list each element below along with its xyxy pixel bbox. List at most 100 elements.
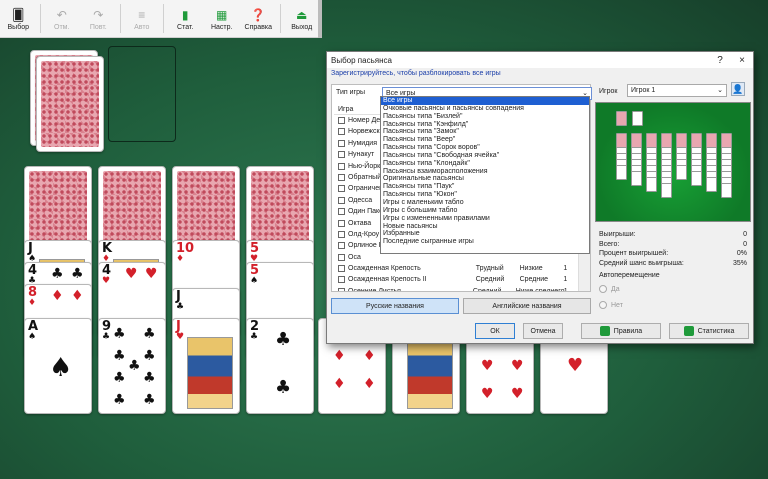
dropdown-option[interactable]: Очковые пасьянсы и пасьянсы совпадения: [381, 105, 589, 113]
game-duration: Средние: [519, 276, 549, 284]
favorite-checkbox[interactable]: [338, 117, 345, 124]
dropdown-option[interactable]: Игры с маленьким табло: [381, 199, 589, 207]
rules-label: Правила: [613, 327, 643, 335]
preview-card: [676, 165, 687, 180]
dropdown-option[interactable]: Избранные: [381, 230, 589, 238]
dropdown-option[interactable]: Пасьянсы взаиморасположения: [381, 168, 589, 176]
favorite-checkbox[interactable]: [338, 230, 345, 238]
settings-button[interactable]: ▦ Настр.: [203, 0, 240, 38]
favorite-checkbox[interactable]: [338, 196, 345, 204]
favorite-checkbox[interactable]: [338, 287, 345, 291]
dropdown-option[interactable]: Последние сыгранные игры: [381, 238, 589, 246]
favorite-checkbox[interactable]: [338, 242, 345, 250]
dropdown-option[interactable]: Пасьянсы типа "Бизлей": [381, 113, 589, 121]
stat-label: Процент выигрышей:: [599, 250, 669, 257]
favorite-checkbox[interactable]: [338, 253, 345, 261]
language-toggle: Русские названия Английские названия: [331, 298, 591, 316]
club-pip: ♣: [71, 266, 84, 282]
preview-card: [691, 171, 702, 186]
exit-button[interactable]: ⏏ Выход: [283, 0, 320, 38]
player-value: Игрок 1: [631, 87, 656, 94]
game-name: Осенние Листья: [348, 286, 473, 291]
diamond-pip: ♦: [363, 376, 376, 392]
diamond-pip: ♦: [333, 348, 346, 364]
stats-button[interactable]: ▮ Стат.: [167, 0, 204, 38]
game-difficulty: Средний: [475, 276, 505, 284]
preview-card: [631, 171, 642, 186]
redo-label: Повт.: [89, 23, 107, 31]
auto-button[interactable]: ≡ Авто: [123, 0, 160, 38]
game-list-item[interactable]: Осенние ЛистьяСреднийНиже среднего1: [334, 286, 578, 291]
dropdown-option[interactable]: Оригинальные пасьянсы: [381, 175, 589, 183]
help-button[interactable]: ❓ Справка: [240, 0, 277, 38]
stats-icon: ▮: [181, 7, 189, 22]
stat-label: Выигрыши:: [599, 231, 636, 238]
game-duration: Ниже среднего: [516, 286, 565, 291]
favorite-checkbox[interactable]: [338, 151, 345, 159]
register-link[interactable]: Зарегистрируйтесь, чтобы разблокировать …: [331, 70, 501, 77]
dialog-help-button[interactable]: ?: [709, 55, 731, 66]
help-icon: ❓: [250, 7, 266, 22]
dialog-title: Выбор пасьянса: [331, 55, 392, 65]
heart-pip: ♥: [511, 386, 524, 402]
dropdown-option[interactable]: Пасьянсы типа "Юкон": [381, 191, 589, 199]
dropdown-option[interactable]: Пасьянсы типа "Веер": [381, 136, 589, 144]
help-label: Справка: [244, 23, 272, 31]
toolbar-grip[interactable]: [318, 0, 322, 38]
game-list-item[interactable]: Осажденная Крепость Трудный Низкие 1: [334, 263, 578, 274]
favorite-checkbox[interactable]: [338, 276, 345, 284]
dropdown-option[interactable]: Пасьянсы типа "Паук": [381, 183, 589, 191]
dropdown-option[interactable]: Все игры: [381, 97, 589, 105]
undo-button[interactable]: ↶ Отм.: [43, 0, 80, 38]
choose-game-button[interactable]: 🂠 Выбор: [0, 0, 37, 38]
favorite-checkbox[interactable]: [338, 219, 345, 227]
dropdown-option[interactable]: Пасьянсы типа "Клондайк": [381, 160, 589, 168]
favorite-checkbox[interactable]: [338, 265, 345, 273]
dropdown-option[interactable]: Пасьянсы типа "Сорок воров": [381, 144, 589, 152]
ok-button[interactable]: ОК: [475, 323, 515, 339]
auto-move-no-radio[interactable]: Нет: [599, 301, 623, 309]
playing-card[interactable]: 2 ♣ ♣ ♣: [246, 318, 314, 414]
dropdown-option[interactable]: Пасьянсы типа "Замок": [381, 128, 589, 136]
preview-card: [676, 133, 687, 148]
dropdown-option[interactable]: Пасьянсы типа "Свободная ячейка": [381, 152, 589, 160]
redo-icon: ↷: [93, 7, 104, 22]
favorite-checkbox[interactable]: [338, 162, 345, 170]
playing-card[interactable]: A ♠ ♠: [24, 318, 92, 414]
diamond-pip: ♦: [363, 348, 376, 364]
preview-panel: Игрок Игрок 1 ⌄ 👤 Выигрыши: 0 Всего: 0 Проце…: [595, 82, 751, 322]
redo-button[interactable]: ↷ Повт.: [80, 0, 117, 38]
card-suit: ♠: [250, 276, 259, 286]
waste-slot[interactable]: [108, 46, 176, 142]
russian-names-button[interactable]: Русские названия: [331, 298, 459, 314]
settings-label: Настр.: [210, 23, 233, 31]
favorite-checkbox[interactable]: [338, 185, 345, 193]
dialog-titlebar[interactable]: Выбор пасьянса ? ×: [327, 52, 753, 68]
favorite-checkbox[interactable]: [338, 173, 345, 181]
favorite-checkbox[interactable]: [338, 139, 345, 147]
club-pip: ♣: [275, 377, 292, 398]
stat-row: Средний шанс выигрыша: 35%: [595, 259, 751, 269]
cancel-button[interactable]: Отмена: [523, 323, 563, 339]
stock-pile-top[interactable]: [36, 56, 104, 152]
player-label: Игрок: [599, 88, 618, 95]
preview-card: [721, 133, 732, 148]
favorite-checkbox[interactable]: [338, 128, 345, 136]
diamond-pip: ♦: [51, 288, 64, 304]
dropdown-option[interactable]: Игры с большим табло: [381, 207, 589, 215]
favorite-checkbox[interactable]: [338, 208, 345, 216]
stats-label: Стат.: [177, 23, 194, 31]
auto-move-yes-radio[interactable]: Да: [599, 285, 620, 293]
player-select[interactable]: Игрок 1 ⌄: [627, 84, 727, 97]
dropdown-option[interactable]: Игры с измененными правилами: [381, 215, 589, 223]
dialog-close-button[interactable]: ×: [731, 55, 753, 66]
dropdown-option[interactable]: Пасьянсы типа "Кэнфилд": [381, 121, 589, 129]
player-profile-icon[interactable]: 👤: [731, 82, 745, 96]
game-list-item[interactable]: Осажденная Крепость II Средний Средние 1: [334, 274, 578, 285]
preview-card: [706, 177, 717, 192]
playing-card[interactable]: 9 ♣ ♣ ♣ ♣ ♣ ♣ ♣ ♣ ♣ ♣: [98, 318, 166, 414]
english-names-button[interactable]: Английские названия: [463, 298, 591, 314]
statistics-button[interactable]: Статистика: [669, 323, 749, 339]
playing-card[interactable]: J ♥: [172, 318, 240, 414]
rules-button[interactable]: Правила: [581, 323, 661, 339]
